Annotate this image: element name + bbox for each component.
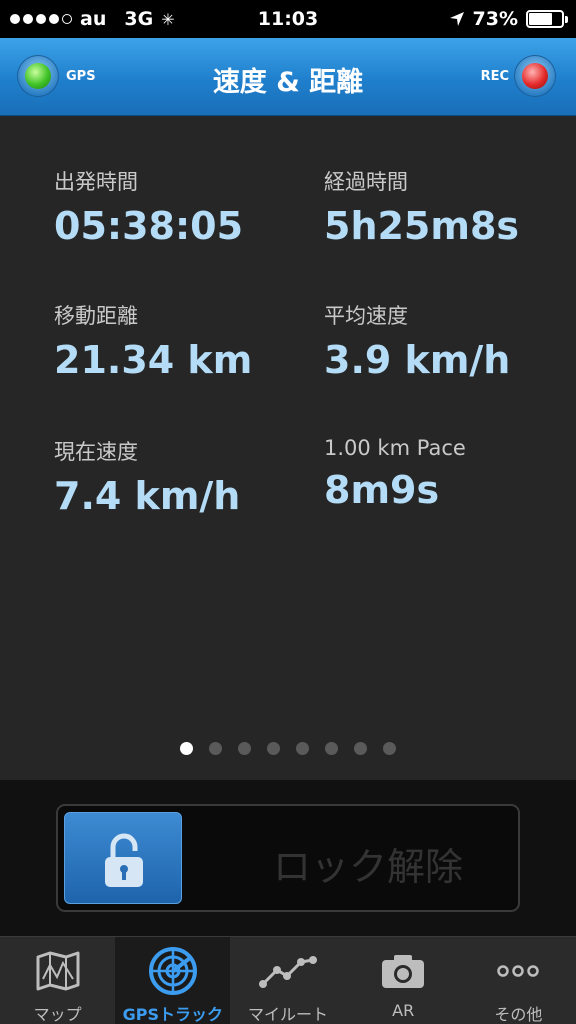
stat-departure-time: 出発時間 05:38:05 <box>54 166 243 248</box>
tab-bar: マップ GPSトラック マイルート AR その他 <box>0 936 576 1024</box>
map-icon <box>36 951 80 991</box>
stat-value: 7.4 km/h <box>54 474 241 518</box>
header-bar: GPS 速度 & 距離 REC <box>0 38 576 116</box>
tab-other[interactable]: その他 <box>461 937 576 1024</box>
stat-value: 3.9 km/h <box>324 338 511 382</box>
location-arrow-icon <box>449 12 464 26</box>
padlock-open-icon <box>105 833 143 887</box>
battery-percent: 73% <box>472 8 518 30</box>
stat-label: 出発時間 <box>54 170 138 194</box>
page-dot[interactable] <box>296 742 309 755</box>
page-dot[interactable] <box>180 742 193 755</box>
stat-pace: 1.00 km Pace 8m9s <box>324 436 466 512</box>
tab-ar[interactable]: AR <box>346 937 461 1024</box>
tab-gps-track[interactable]: GPSトラック <box>115 937 231 1024</box>
rec-status-button[interactable] <box>514 55 556 97</box>
tab-label: AR <box>392 1001 415 1020</box>
route-icon <box>258 956 317 988</box>
status-right: 73% <box>449 8 568 30</box>
tab-map[interactable]: マップ <box>0 937 115 1024</box>
page-dot[interactable] <box>383 742 396 755</box>
stat-label: 平均速度 <box>324 304 408 328</box>
tab-my-route[interactable]: マイルート <box>230 937 345 1024</box>
page-dot[interactable] <box>209 742 222 755</box>
camera-icon <box>382 955 425 988</box>
tab-label: その他 <box>494 1005 543 1024</box>
stat-average-speed: 平均速度 3.9 km/h <box>324 300 510 382</box>
status-bar: au 3G ✳ 11:03 73% <box>0 0 576 38</box>
unlock-slider[interactable]: ロック解除 <box>56 804 520 912</box>
stats-panel[interactable]: 出発時間 05:38:05 経過時間 5h25m8s 移動距離 21.34 km… <box>0 116 576 780</box>
rec-led-icon <box>522 63 548 89</box>
stat-label: 1.00 km Pace <box>324 436 466 460</box>
page-dot[interactable] <box>238 742 251 755</box>
radar-icon <box>148 947 197 995</box>
page-indicator[interactable] <box>0 742 576 755</box>
stat-current-speed: 現在速度 7.4 km/h <box>54 436 240 518</box>
page-dot[interactable] <box>354 742 367 755</box>
tab-label: マイルート <box>247 1005 328 1024</box>
stat-value: 5h25m8s <box>324 204 520 248</box>
unlock-slider-handle[interactable] <box>64 812 182 904</box>
stat-label: 経過時間 <box>324 170 408 194</box>
page-dot[interactable] <box>325 742 338 755</box>
stat-value: 8m9s <box>324 468 440 512</box>
battery-icon <box>526 10 568 28</box>
rec-label: REC <box>480 69 509 84</box>
page-dot[interactable] <box>267 742 280 755</box>
stat-label: 現在速度 <box>54 440 138 464</box>
more-icon <box>497 965 540 977</box>
lock-area: ロック解除 <box>0 780 576 936</box>
unlock-label: ロック解除 <box>272 845 463 889</box>
tab-label: マップ <box>33 1005 82 1024</box>
stat-value: 05:38:05 <box>54 204 244 248</box>
tab-label: GPSトラック <box>122 1005 223 1024</box>
stat-label: 移動距離 <box>54 304 138 328</box>
stat-distance: 移動距離 21.34 km <box>54 300 252 382</box>
stat-value: 21.34 km <box>54 338 253 382</box>
stat-elapsed-time: 経過時間 5h25m8s <box>324 166 519 248</box>
